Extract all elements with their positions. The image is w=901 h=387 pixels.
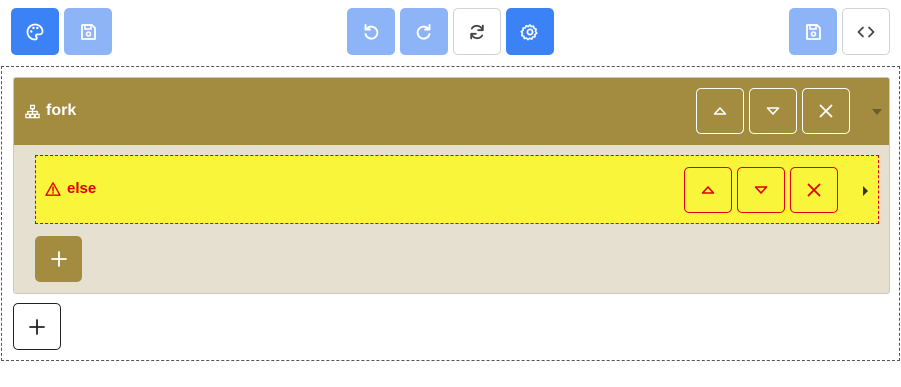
else-label: else [67,180,97,197]
workflow-canvas: fork else [1,66,900,361]
sitemap-icon [25,104,40,118]
save-icon [81,23,96,40]
close-icon [807,183,821,197]
else-delete-button[interactable] [790,167,838,213]
save-button[interactable] [64,8,112,55]
settings-button[interactable] [506,8,554,55]
fork-collapse-caret-icon[interactable] [872,109,882,115]
code-button[interactable] [842,8,890,55]
fork-block: fork else [13,77,890,294]
move-up-icon [701,186,715,194]
else-expand-caret-icon[interactable] [863,186,868,196]
toolbar [0,0,901,62]
add-step-button[interactable] [13,303,61,350]
refresh-button[interactable] [453,8,501,55]
undo-icon [364,23,379,40]
else-move-down-button[interactable] [737,167,785,213]
else-title: else [45,180,96,197]
fork-move-up-button[interactable] [696,88,744,134]
fork-header[interactable]: fork [14,78,889,145]
else-move-up-button[interactable] [684,167,732,213]
fork-title: fork [25,102,76,120]
save-right-button[interactable] [789,8,837,55]
warning-icon [45,181,61,196]
redo-button[interactable] [400,8,448,55]
fork-label: fork [46,102,77,119]
plus-icon [29,318,45,335]
fork-delete-button[interactable] [802,88,850,134]
redo-icon [416,23,431,40]
move-up-icon [713,107,727,115]
save-icon [806,23,821,40]
close-icon [819,104,833,118]
theme-button[interactable] [11,8,59,55]
palette-icon [26,23,44,40]
fork-move-down-button[interactable] [749,88,797,134]
gear-icon [520,23,538,40]
plus-icon [50,251,67,267]
else-block[interactable]: else [35,155,879,224]
code-icon [857,26,875,37]
refresh-icon [470,24,484,39]
move-down-icon [766,107,780,115]
undo-button[interactable] [347,8,395,55]
move-down-icon [754,186,768,194]
fork-add-branch-button[interactable] [35,236,82,282]
